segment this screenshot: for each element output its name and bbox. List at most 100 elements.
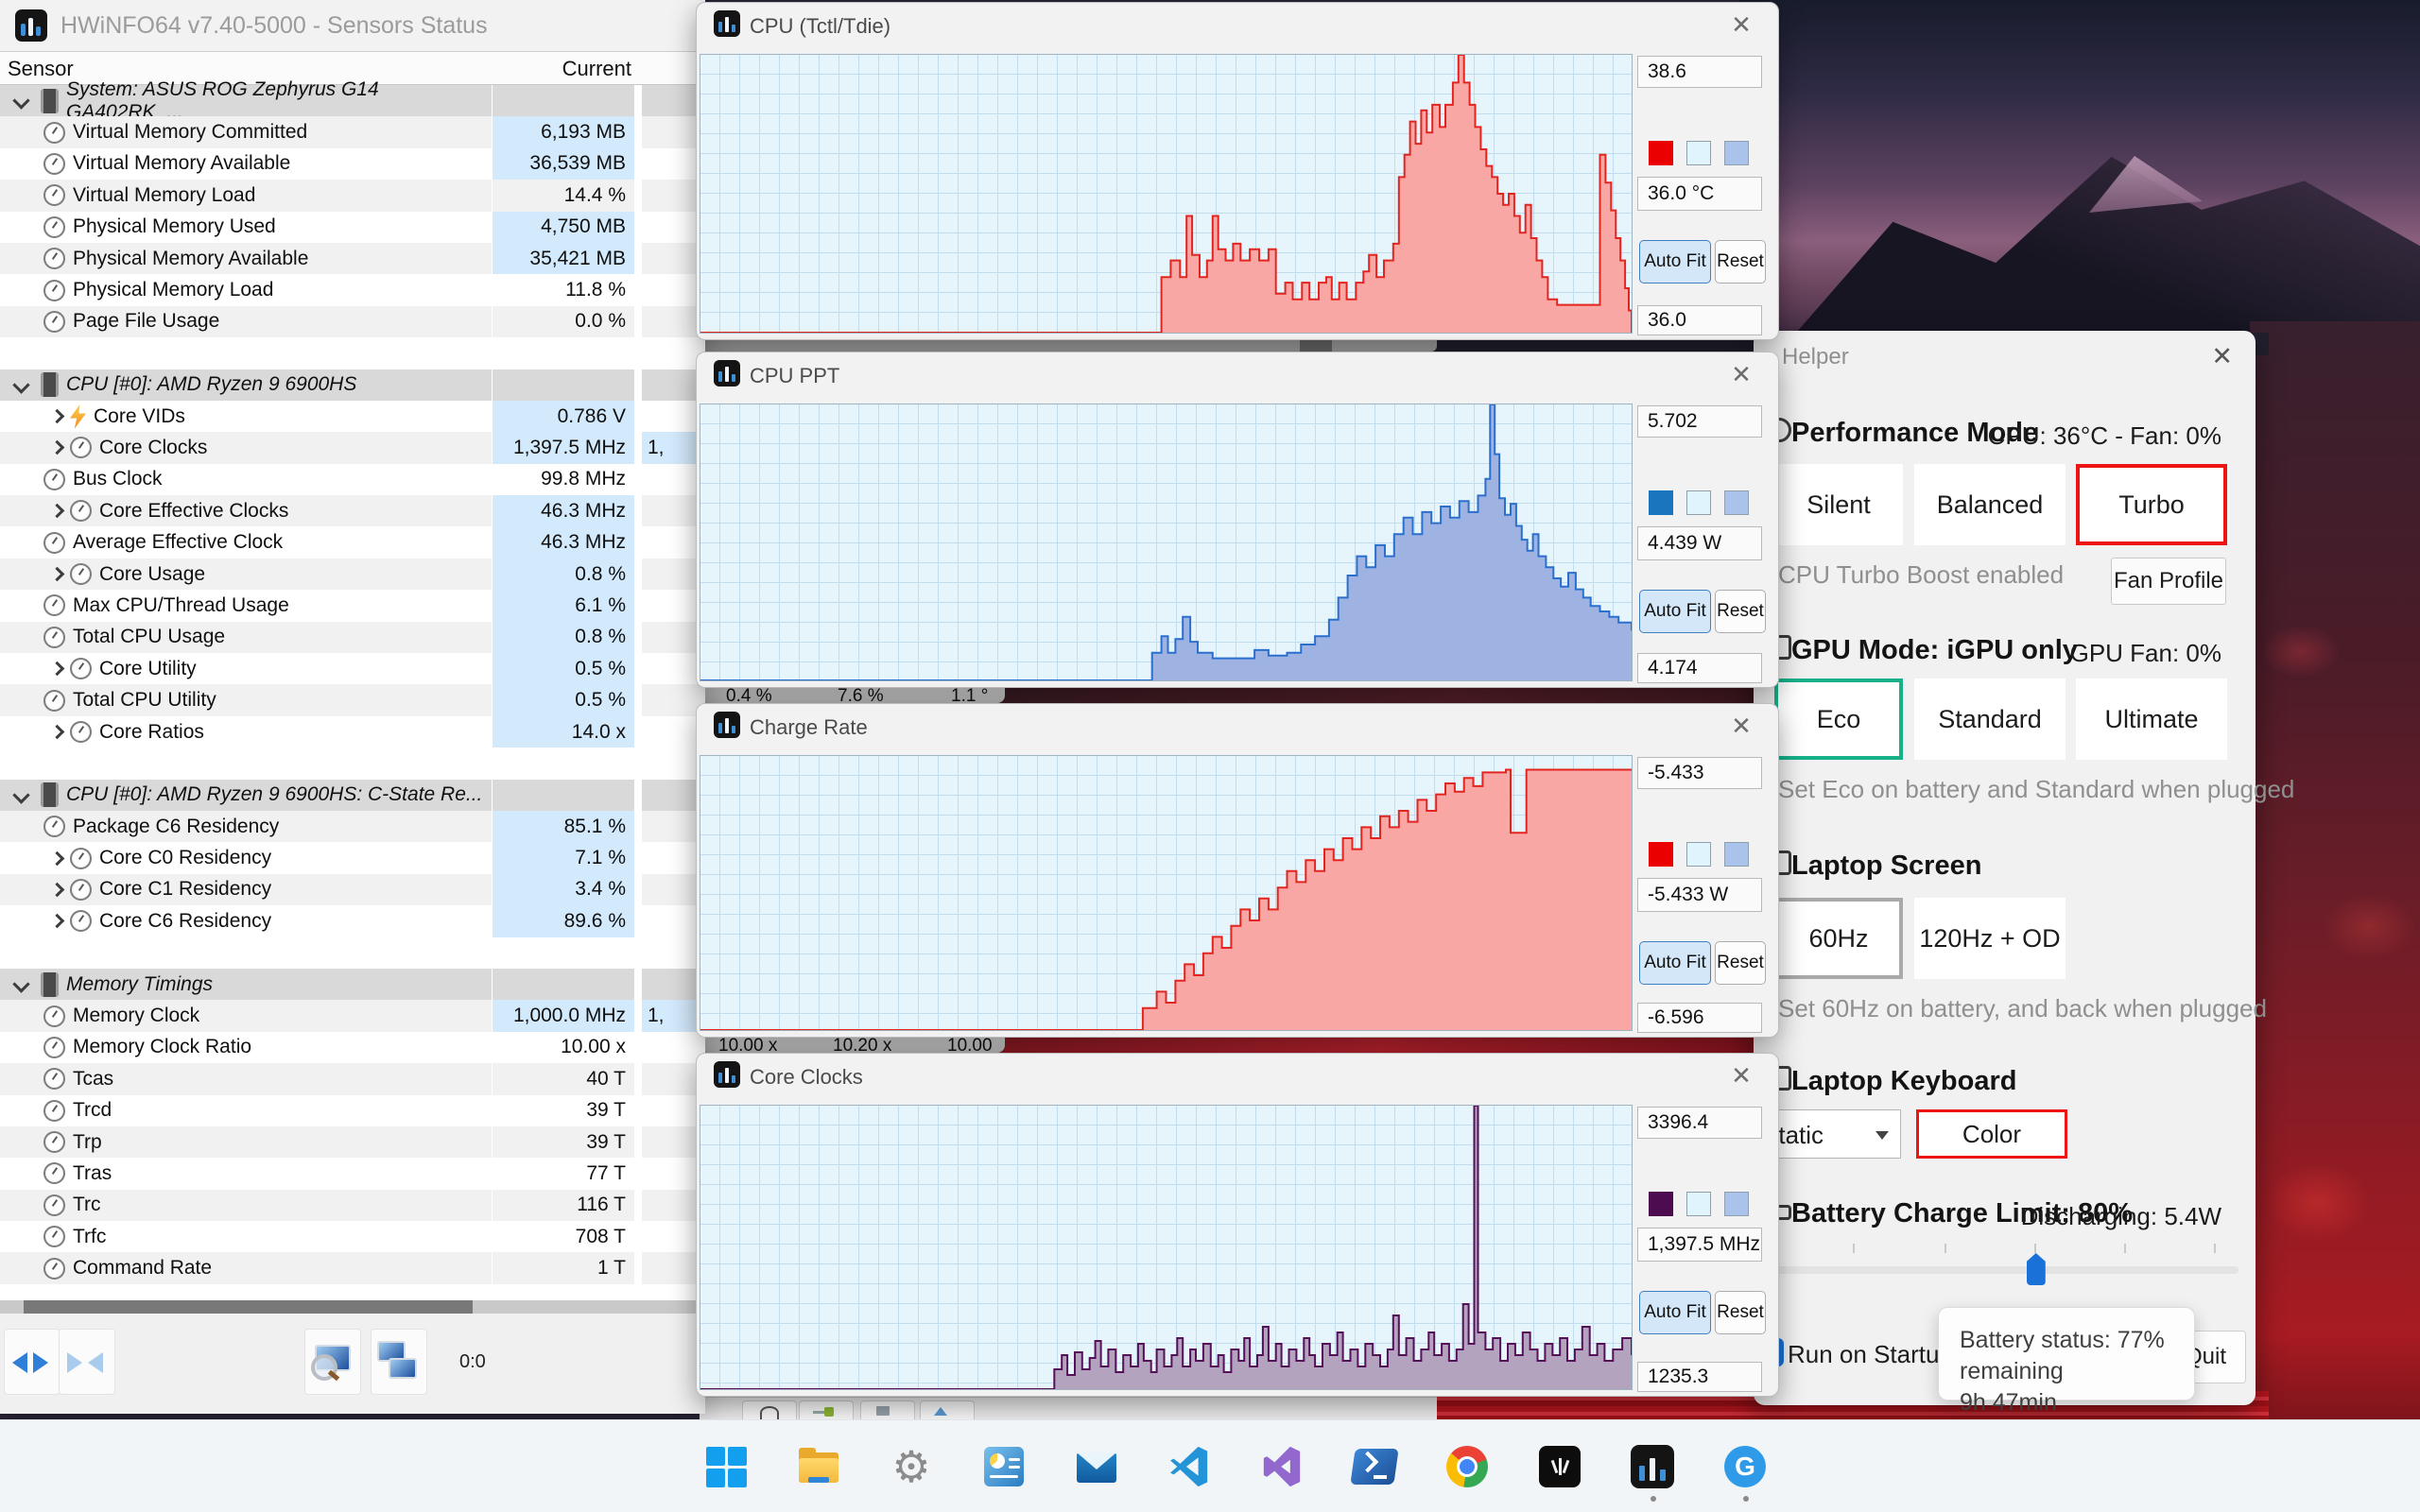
- grid-color-swatch[interactable]: [1724, 842, 1749, 867]
- chevron-right-icon[interactable]: [49, 661, 65, 677]
- sensor-row[interactable]: Page File Usage 0.0 %: [0, 305, 705, 338]
- scrollbar-thumb[interactable]: [24, 1300, 473, 1314]
- chevron-right-icon[interactable]: [49, 566, 65, 582]
- series-color-swatch[interactable]: [1649, 842, 1673, 867]
- close-icon[interactable]: ✕: [2211, 342, 2233, 371]
- grid-color-swatch[interactable]: [1724, 1192, 1749, 1216]
- column-sensor[interactable]: Sensor: [8, 57, 74, 81]
- scrollbar-thumb[interactable]: [1300, 339, 1332, 352]
- sensor-row[interactable]: Memory Clock 1,000.0 MHz 1,: [0, 1000, 705, 1032]
- chevron-right-icon[interactable]: [49, 503, 65, 519]
- sensor-row[interactable]: Core C1 Residency 3.4 %: [0, 873, 705, 906]
- graph-window-cpu-tctl-tdie-: CPU (Tctl/Tdie) ✕ 38.6 36.0 °C Auto Fit Reset…: [696, 2, 1779, 340]
- chevron-right-icon[interactable]: [49, 914, 65, 929]
- auto-fit-button[interactable]: Auto Fit: [1639, 941, 1711, 985]
- series-color-swatch[interactable]: [1649, 490, 1673, 515]
- sensor-row[interactable]: Memory Clock Ratio 10.00 x: [0, 1032, 705, 1063]
- hwinfo-titlebar[interactable]: HWiNFO64 v7.40-5000 - Sensors Status: [0, 0, 705, 52]
- chevron-down-icon[interactable]: [12, 975, 30, 993]
- sensor-row[interactable]: Trcd 39 T: [0, 1095, 705, 1126]
- chevron-down-icon[interactable]: [12, 92, 30, 110]
- reset-button[interactable]: Reset: [1715, 240, 1766, 284]
- sensor-row[interactable]: Virtual Memory Load 14.4 %: [0, 180, 705, 212]
- sensor-row[interactable]: Command Rate 1 T: [0, 1252, 705, 1284]
- chevron-right-icon[interactable]: [49, 850, 65, 866]
- chevron-right-icon[interactable]: [49, 882, 65, 898]
- keyboard-color-button[interactable]: Color: [1916, 1109, 2067, 1159]
- sensor-row[interactable]: Tcas 40 T: [0, 1063, 705, 1095]
- sensor-row[interactable]: Core Ratios 14.0 x: [0, 715, 705, 748]
- sensor-blank-row[interactable]: [0, 747, 705, 779]
- battery-limit-slider-track[interactable]: [1771, 1266, 2238, 1274]
- auto-fit-button[interactable]: Auto Fit: [1639, 240, 1711, 284]
- background-color-swatch[interactable]: [1686, 842, 1711, 867]
- chevron-right-icon[interactable]: [49, 408, 65, 424]
- background-color-swatch[interactable]: [1686, 141, 1711, 165]
- series-color-swatch[interactable]: [1649, 1192, 1673, 1216]
- chevron-down-icon[interactable]: [12, 786, 30, 804]
- sensor-row[interactable]: Core C6 Residency 89.6 %: [0, 905, 705, 937]
- sensor-row[interactable]: Core Effective Clocks 46.3 MHz: [0, 495, 705, 527]
- chevron-down-icon[interactable]: [12, 376, 30, 394]
- fan-profile-button[interactable]: Fan Profile: [2111, 558, 2226, 605]
- sensor-row[interactable]: Trfc 708 T: [0, 1221, 705, 1252]
- column-current[interactable]: Current: [492, 57, 631, 81]
- sensor-row[interactable]: Core Usage 0.8 %: [0, 558, 705, 591]
- mode-button-balanced[interactable]: Balanced: [1914, 464, 2066, 545]
- sensor-row[interactable]: Virtual Memory Available 36,539 MB: [0, 147, 705, 180]
- sensor-row[interactable]: Total CPU Usage 0.8 %: [0, 621, 705, 654]
- background-color-swatch[interactable]: [1686, 490, 1711, 515]
- sensor-row[interactable]: Average Effective Clock 46.3 MHz: [0, 526, 705, 558]
- close-icon[interactable]: ✕: [1725, 360, 1757, 389]
- series-color-swatch[interactable]: [1649, 141, 1673, 165]
- reset-button[interactable]: Reset: [1715, 590, 1766, 633]
- sensor-blank-row[interactable]: [0, 337, 705, 369]
- gpu-button-standard[interactable]: Standard: [1914, 679, 2066, 760]
- sensor-row[interactable]: Bus Clock 99.8 MHz: [0, 464, 705, 495]
- close-icon[interactable]: ✕: [1725, 712, 1757, 741]
- background-color-swatch[interactable]: [1686, 1192, 1711, 1216]
- sensor-row[interactable]: Core Utility 0.5 %: [0, 653, 705, 685]
- close-icon[interactable]: ✕: [1725, 10, 1757, 40]
- auto-fit-button[interactable]: Auto Fit: [1639, 590, 1711, 633]
- gpu-button-eco[interactable]: Eco: [1774, 679, 1903, 760]
- sensor-row[interactable]: Max CPU/Thread Usage 6.1 %: [0, 590, 705, 622]
- collapse-columns-button[interactable]: [59, 1329, 115, 1395]
- sensor-row[interactable]: Physical Memory Available 35,421 MB: [0, 242, 705, 275]
- screen-button-120hz[interactable]: 120Hz + OD: [1914, 898, 2066, 979]
- hidden-window-scrollbar[interactable]: [700, 339, 1437, 352]
- battery-limit-slider-thumb[interactable]: [2026, 1253, 2046, 1285]
- reset-button[interactable]: Reset: [1715, 941, 1766, 985]
- sensor-section-row[interactable]: CPU [#0]: AMD Ryzen 9 6900HS: C-State Re…: [0, 779, 705, 811]
- remote-monitors-button[interactable]: [371, 1329, 427, 1395]
- sensor-row[interactable]: Core Clocks 1,397.5 MHz 1,: [0, 432, 705, 464]
- sensor-row[interactable]: Total CPU Utility 0.5 %: [0, 684, 705, 716]
- gpu-button-ultimate[interactable]: Ultimate: [2076, 679, 2227, 760]
- sensor-section-row[interactable]: Memory Timings: [0, 968, 705, 1001]
- reset-button[interactable]: Reset: [1715, 1291, 1766, 1334]
- close-icon[interactable]: ✕: [1725, 1061, 1757, 1091]
- sensor-section-row[interactable]: CPU [#0]: AMD Ryzen 9 6900HS: [0, 369, 705, 401]
- screen-button-60hz[interactable]: 60Hz: [1774, 898, 1903, 979]
- sensor-row[interactable]: Core C0 Residency 7.1 %: [0, 842, 705, 874]
- sensor-blank-row[interactable]: [0, 937, 705, 969]
- auto-fit-button[interactable]: Auto Fit: [1639, 1291, 1711, 1334]
- sensor-row[interactable]: Physical Memory Load 11.8 %: [0, 274, 705, 305]
- hwinfo-horizontal-scrollbar[interactable]: [0, 1300, 705, 1314]
- mode-button-turbo[interactable]: Turbo: [2076, 464, 2227, 545]
- sensor-row[interactable]: Trc 116 T: [0, 1189, 705, 1222]
- sensor-section-row[interactable]: System: ASUS ROG Zephyrus G14 GA402RK_..…: [0, 78, 705, 123]
- sensor-row[interactable]: Virtual Memory Committed 6,193 MB: [0, 116, 705, 148]
- sensor-row[interactable]: Tras 77 T: [0, 1158, 705, 1189]
- mode-button-silent[interactable]: Silent: [1774, 464, 1903, 545]
- sensor-row[interactable]: Physical Memory Used 4,750 MB: [0, 211, 705, 243]
- sensor-row[interactable]: Trp 39 T: [0, 1125, 705, 1159]
- monitor-search-button[interactable]: [304, 1329, 361, 1395]
- chevron-right-icon[interactable]: [49, 440, 65, 455]
- grid-color-swatch[interactable]: [1724, 490, 1749, 515]
- sensor-row[interactable]: Core VIDs 0.786 V: [0, 400, 705, 433]
- sensor-row[interactable]: Package C6 Residency 85.1 %: [0, 810, 705, 843]
- chevron-right-icon[interactable]: [49, 724, 65, 740]
- expand-columns-button[interactable]: [4, 1329, 60, 1395]
- grid-color-swatch[interactable]: [1724, 141, 1749, 165]
